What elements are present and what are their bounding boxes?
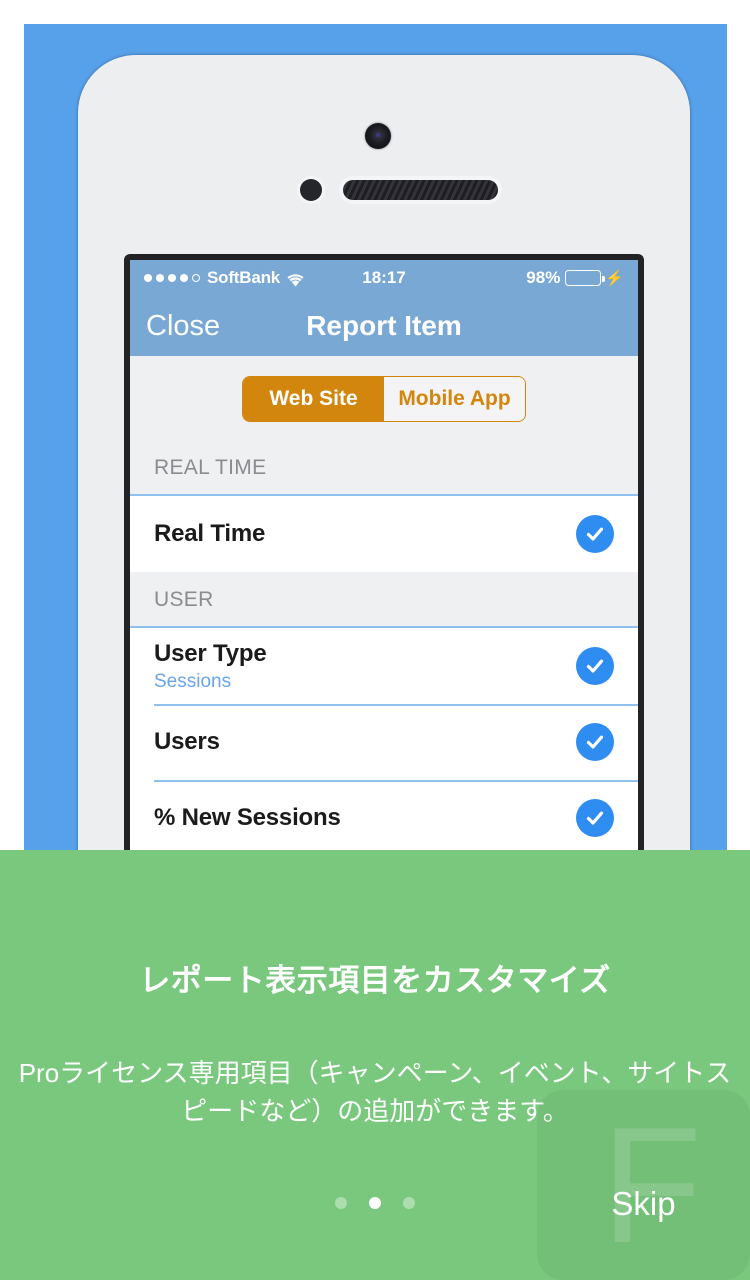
row-title: Users — [154, 728, 220, 755]
carrier-label: SoftBank — [207, 268, 281, 287]
page-dot-3[interactable] — [403, 1197, 415, 1209]
page-indicator[interactable] — [0, 1197, 750, 1209]
report-item-list: REAL TIME Real Time USER User Type Sessi… — [130, 440, 638, 850]
row-title: User Type — [154, 639, 267, 667]
hero-blue-panel: SoftBank 18:17 98% ⚡ Close Report Item W… — [24, 24, 727, 850]
table-row[interactable]: % New Sessions — [130, 780, 638, 850]
battery-icon — [565, 270, 605, 286]
page-dot-1[interactable] — [335, 1197, 347, 1209]
proximity-sensor-icon — [300, 179, 322, 201]
row-texts: % New Sessions — [154, 804, 576, 832]
phone-screen: SoftBank 18:17 98% ⚡ Close Report Item W… — [130, 260, 638, 850]
row-texts: Users — [154, 728, 576, 756]
row-subtitle: Sessions — [154, 670, 232, 692]
row-title: Real Time — [154, 520, 266, 547]
segment-mobile-app[interactable]: Mobile App — [384, 377, 525, 421]
status-bar: SoftBank 18:17 98% ⚡ — [130, 260, 638, 296]
status-bar-right: 98% ⚡ — [526, 268, 624, 288]
checkmark-icon[interactable] — [576, 723, 614, 761]
row-texts: User Type Sessions — [154, 640, 576, 693]
section-header-user: USER — [130, 572, 638, 628]
status-bar-left: SoftBank — [144, 268, 304, 288]
table-row[interactable]: Real Time — [130, 496, 638, 572]
row-texts: Real Time — [154, 520, 576, 548]
wifi-icon — [287, 272, 304, 286]
table-row[interactable]: User Type Sessions — [130, 628, 638, 704]
onboarding-title: レポート表示項目をカスタマイズ — [139, 963, 611, 998]
battery-percent-label: 98% — [526, 268, 561, 287]
segmented-control[interactable]: Web Site Mobile App — [242, 376, 526, 422]
section-header-real-time: REAL TIME — [130, 440, 638, 496]
signal-strength-icon — [144, 274, 200, 282]
checkmark-icon[interactable] — [576, 515, 614, 553]
checkmark-icon[interactable] — [576, 799, 614, 837]
front-camera-icon — [365, 123, 391, 149]
phone-screen-bezel: SoftBank 18:17 98% ⚡ Close Report Item W… — [124, 254, 644, 850]
page-dot-2[interactable] — [369, 1197, 381, 1209]
phone-device-mockup: SoftBank 18:17 98% ⚡ Close Report Item W… — [78, 55, 690, 850]
segmented-control-container: Web Site Mobile App — [130, 356, 638, 440]
screen-root: SoftBank 18:17 98% ⚡ Close Report Item W… — [0, 0, 750, 1280]
row-title: % New Sessions — [154, 804, 341, 831]
segment-web-site[interactable]: Web Site — [243, 377, 384, 421]
close-button[interactable]: Close — [146, 310, 220, 343]
table-row[interactable]: Users — [130, 704, 638, 780]
earpiece-speaker-icon — [343, 180, 498, 200]
navigation-bar: Close Report Item — [130, 296, 638, 356]
lightning-bolt-icon: ⚡ — [605, 269, 624, 287]
checkmark-icon[interactable] — [576, 647, 614, 685]
